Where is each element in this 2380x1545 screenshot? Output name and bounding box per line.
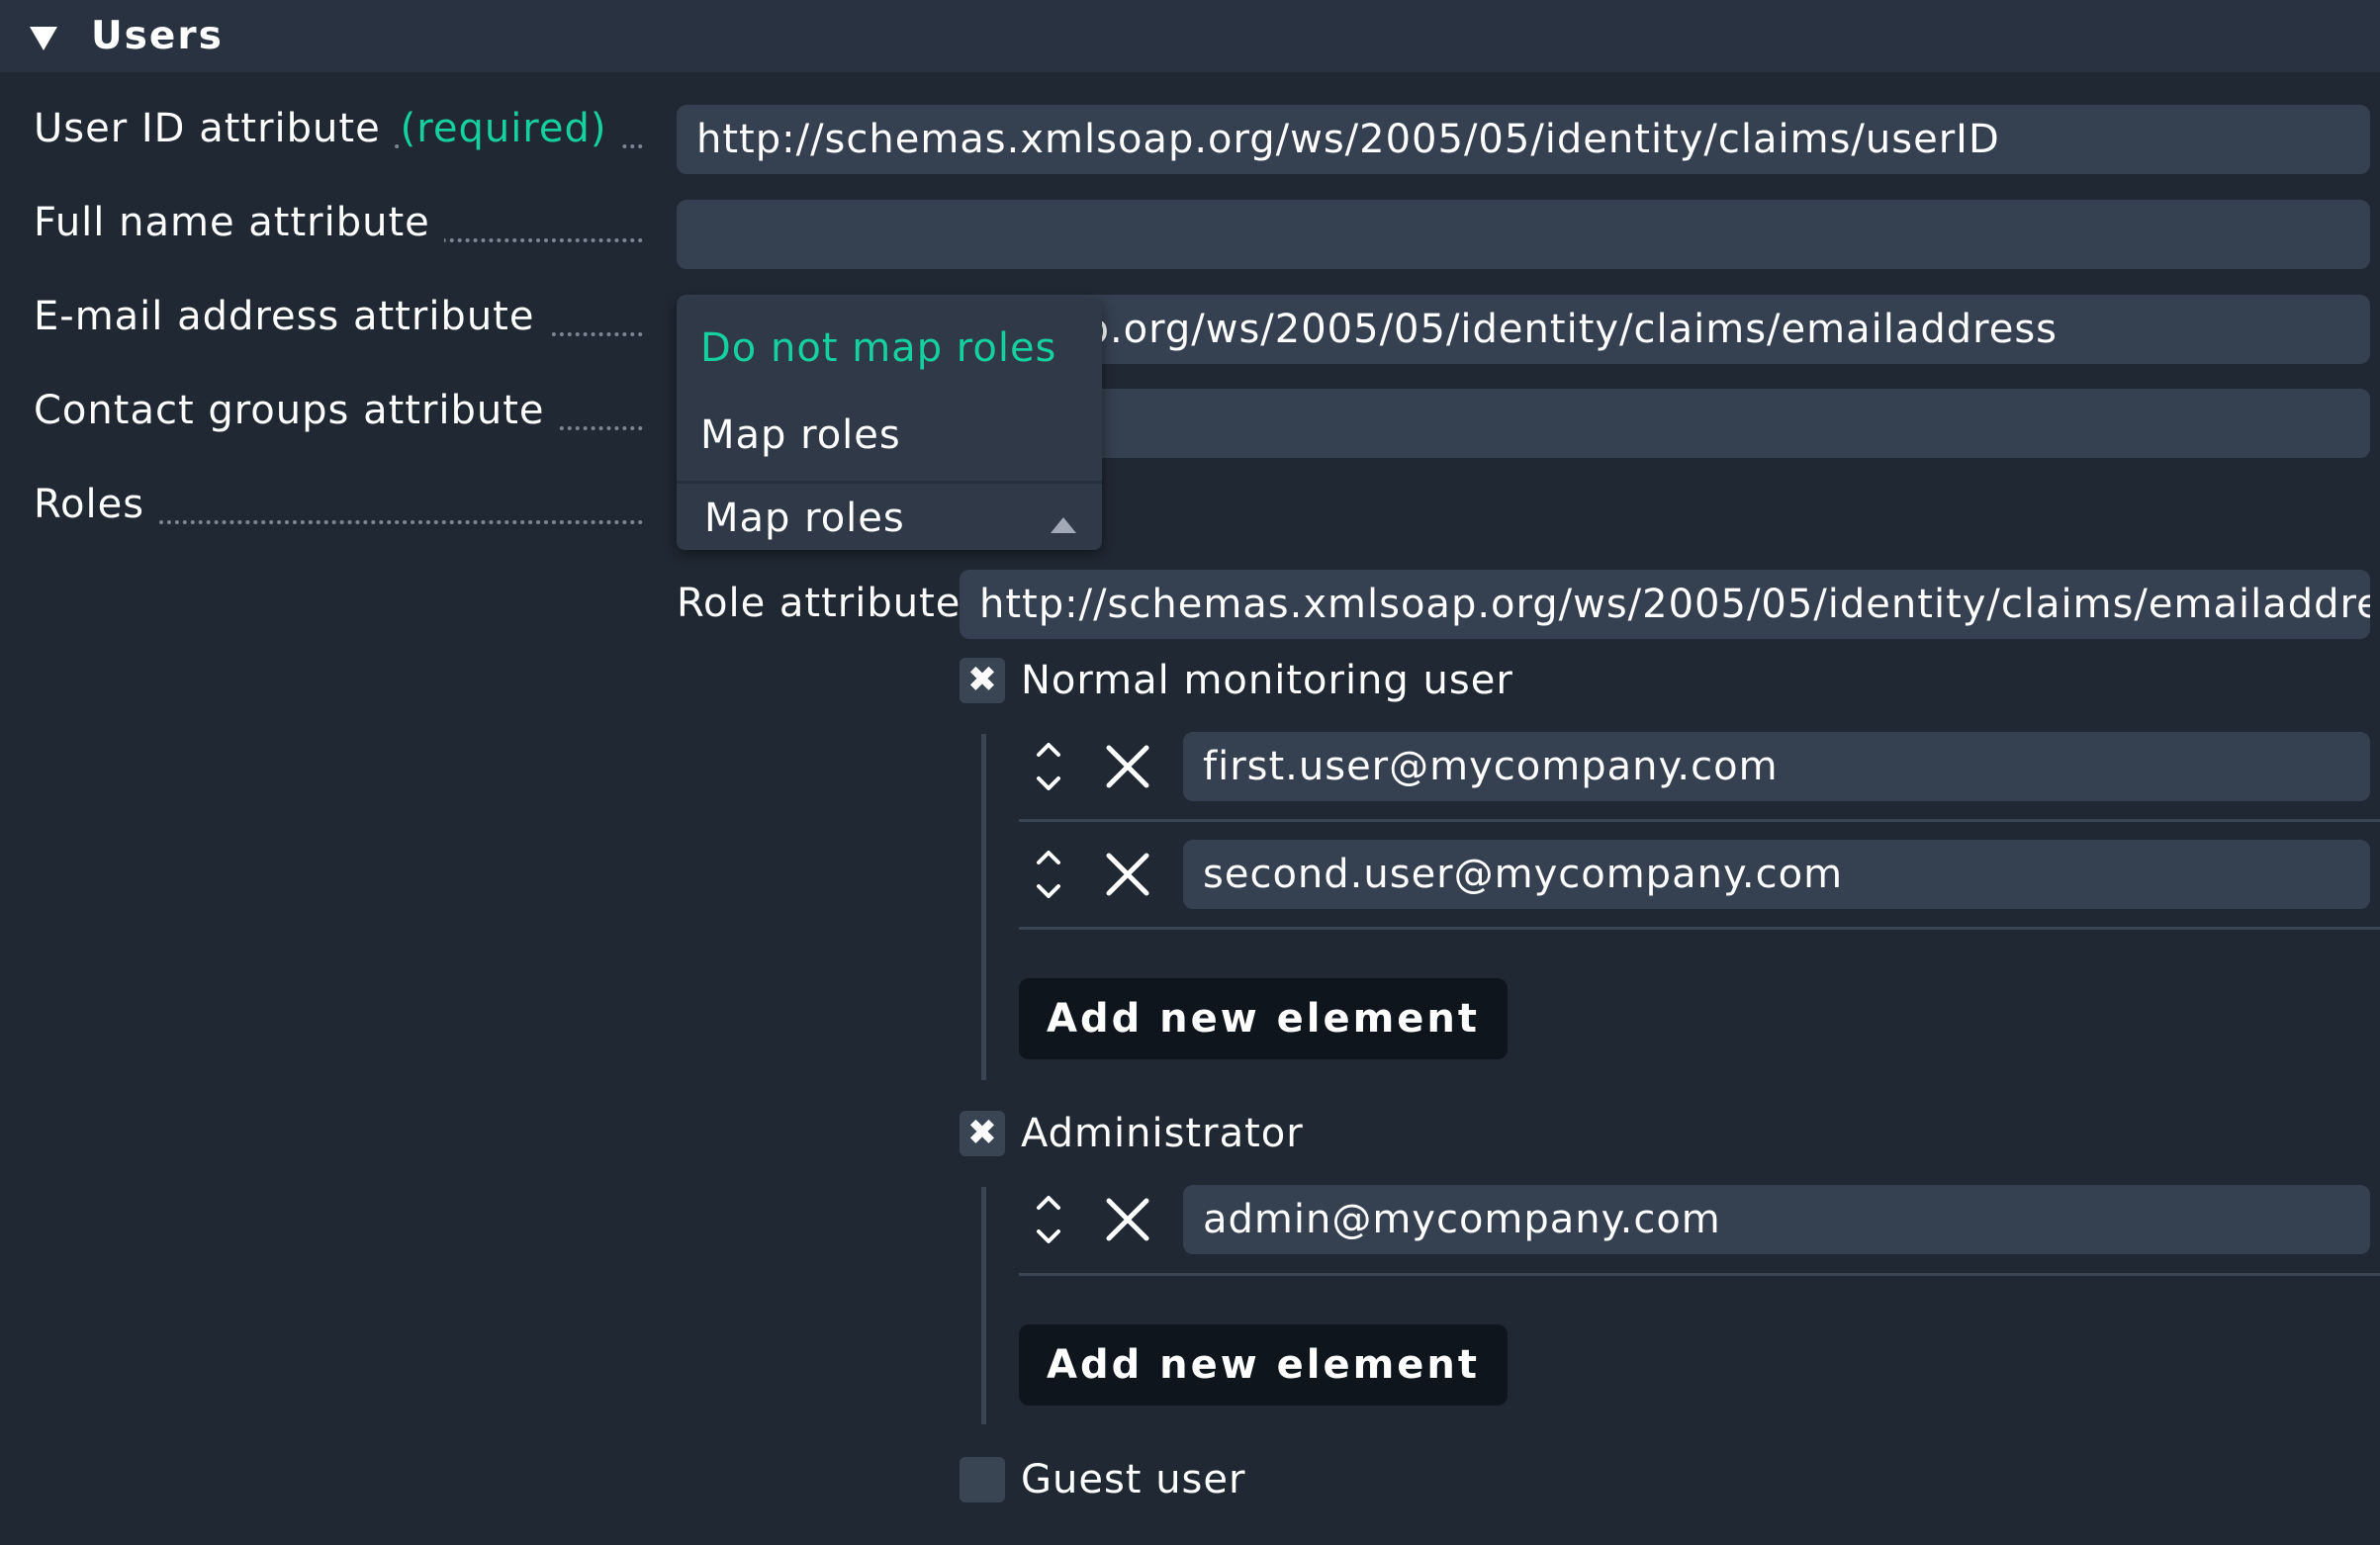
group-indent-line xyxy=(981,1187,986,1424)
group-indent-line xyxy=(981,734,986,1080)
dropdown-option-map-roles[interactable]: Map roles xyxy=(700,406,901,465)
sort-handle-icon[interactable] xyxy=(1029,1188,1068,1255)
delete-entry-icon[interactable] xyxy=(1103,850,1152,903)
roles-label: Roles xyxy=(34,475,643,534)
dropdown-divider xyxy=(677,481,1102,484)
role-attribute-label: Role attribute xyxy=(677,581,961,626)
role-attribute-input[interactable]: http://schemas.xmlsoap.org/ws/2005/05/id… xyxy=(960,570,2370,639)
normal-monitoring-user-checkbox[interactable]: ✖ xyxy=(960,658,1005,703)
contact-groups-attribute-label: Contact groups attribute xyxy=(34,381,643,440)
label-text: Roles xyxy=(34,482,159,527)
label-text: User ID attribute xyxy=(34,106,395,151)
entry-separator xyxy=(1019,927,2380,930)
sort-handle-icon[interactable] xyxy=(1029,843,1068,910)
collapse-triangle-icon[interactable] xyxy=(30,27,57,50)
administrator-label: Administrator xyxy=(1021,1111,1304,1156)
guest-user-label: Guest user xyxy=(1021,1457,1246,1502)
label-text: E-mail address attribute xyxy=(34,294,549,339)
required-marker: (required) xyxy=(400,106,621,151)
section-header-users[interactable]: Users xyxy=(0,0,2380,72)
dropdown-selected-value[interactable]: Map roles xyxy=(704,489,905,548)
label-text: Contact groups attribute xyxy=(34,388,559,433)
dropdown-option-do-not-map-roles[interactable]: Do not map roles xyxy=(700,318,1056,378)
full-name-attribute-input[interactable] xyxy=(677,200,2370,269)
add-new-element-button[interactable]: Add new element xyxy=(1019,1324,1509,1406)
delete-entry-icon[interactable] xyxy=(1103,742,1152,795)
role-mapping-entry-input[interactable]: second.user@mycompany.com xyxy=(1183,840,2370,909)
entry-separator xyxy=(1019,819,2380,822)
dropdown-arrow-up-icon[interactable] xyxy=(1051,517,1076,533)
label-text: Full name attribute xyxy=(34,200,444,245)
user-id-attribute-input[interactable]: http://schemas.xmlsoap.org/ws/2005/05/id… xyxy=(677,105,2370,174)
role-mapping-entry-input[interactable]: admin@mycompany.com xyxy=(1183,1185,2370,1254)
roles-dropdown[interactable]: Do not map roles Map roles Map roles xyxy=(677,299,1102,550)
guest-user-checkbox[interactable] xyxy=(960,1457,1005,1502)
section-title: Users xyxy=(91,14,224,58)
add-new-element-button[interactable]: Add new element xyxy=(1019,978,1509,1059)
sort-handle-icon[interactable] xyxy=(1029,735,1068,802)
entry-separator xyxy=(1019,1273,2380,1276)
email-attribute-label: E-mail address attribute xyxy=(34,287,643,346)
administrator-checkbox[interactable]: ✖ xyxy=(960,1111,1005,1156)
delete-entry-icon[interactable] xyxy=(1103,1195,1152,1248)
full-name-attribute-label: Full name attribute xyxy=(34,193,643,252)
normal-monitoring-user-label: Normal monitoring user xyxy=(1021,658,1513,703)
role-mapping-entry-input[interactable]: first.user@mycompany.com xyxy=(1183,732,2370,801)
user-id-attribute-label: User ID attribute (required) xyxy=(34,99,643,158)
